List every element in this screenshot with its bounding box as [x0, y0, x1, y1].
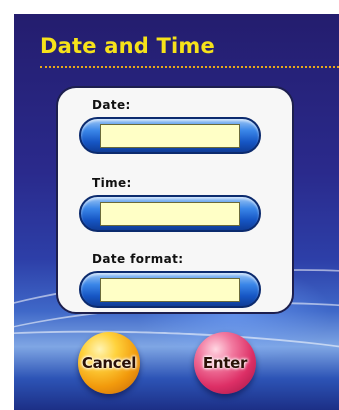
- cancel-button[interactable]: Cancel: [78, 332, 140, 394]
- time-input[interactable]: [100, 202, 240, 226]
- date-input[interactable]: [100, 124, 240, 148]
- date-format-field-frame: [79, 271, 261, 308]
- background-swoosh: [14, 321, 339, 410]
- date-format-label: Date format:: [92, 252, 184, 266]
- screen: Date and Time Date: Time: Date format: C…: [0, 0, 339, 410]
- enter-button[interactable]: Enter: [194, 332, 256, 394]
- date-label: Date:: [92, 98, 131, 112]
- time-field-frame: [79, 195, 261, 232]
- title-divider: [40, 66, 339, 68]
- date-field-frame: [79, 117, 261, 154]
- date-format-input[interactable]: [100, 278, 240, 302]
- time-label: Time:: [92, 176, 132, 190]
- page-title: Date and Time: [40, 34, 215, 58]
- date-time-screen: Date and Time Date: Time: Date format: C…: [14, 14, 339, 410]
- settings-panel: Date: Time: Date format:: [56, 86, 294, 314]
